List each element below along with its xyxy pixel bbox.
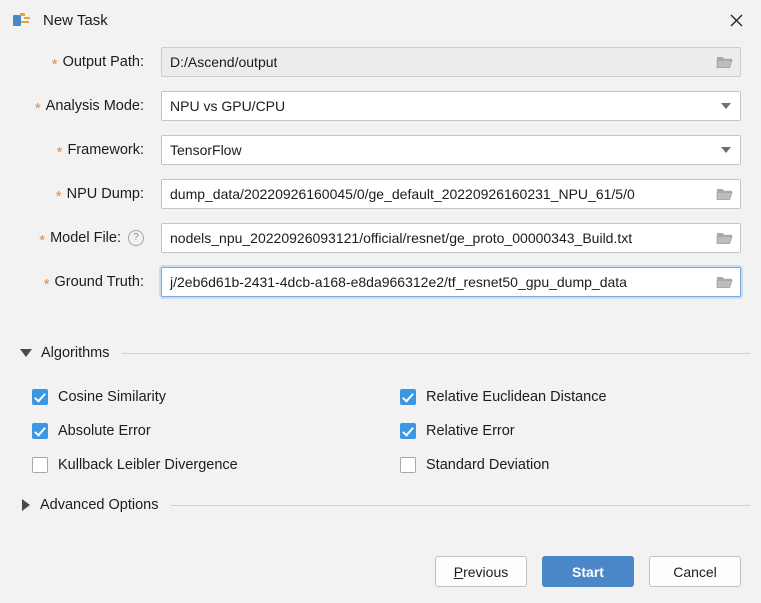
checkbox-label: Relative Euclidean Distance bbox=[426, 389, 607, 405]
form-row-ground-truth: * Ground Truth: j/2eb6d61b-2431-4dcb-a16… bbox=[0, 260, 761, 304]
advanced-options-title: Advanced Options bbox=[40, 497, 159, 513]
label-text: Analysis Mode: bbox=[45, 98, 144, 114]
output-path-input[interactable]: D:/Ascend/output bbox=[161, 47, 741, 77]
label-output-path: * Output Path: bbox=[0, 40, 144, 84]
model-file-input[interactable]: nodels_npu_20220926093121/official/resne… bbox=[161, 223, 741, 253]
npu-dump-value: dump_data/20220926160045/0/ge_default_20… bbox=[170, 186, 635, 202]
label-text: Output Path: bbox=[62, 54, 144, 70]
folder-icon[interactable] bbox=[716, 187, 734, 202]
required-asterisk: * bbox=[34, 99, 41, 117]
checkbox-unchecked-icon[interactable] bbox=[32, 457, 48, 473]
analysis-mode-value: NPU vs GPU/CPU bbox=[170, 98, 286, 114]
model-file-value: nodels_npu_20220926093121/official/resne… bbox=[170, 230, 633, 246]
section-divider bbox=[121, 352, 750, 354]
required-asterisk: * bbox=[43, 275, 50, 293]
label-model-file: * Model File: ? bbox=[0, 216, 144, 260]
form-row-model-file: * Model File: ? nodels_npu_2022092609312… bbox=[0, 216, 761, 260]
section-divider bbox=[170, 504, 750, 506]
algorithms-row: Cosine Similarity Relative Euclidean Dis… bbox=[0, 380, 761, 414]
checkbox-label: Cosine Similarity bbox=[58, 389, 166, 405]
field-framework-wrap: TensorFlow bbox=[161, 135, 741, 165]
label-ground-truth: * Ground Truth: bbox=[0, 260, 144, 304]
folder-icon[interactable] bbox=[716, 55, 734, 70]
algorithms-row: Absolute Error Relative Error bbox=[0, 414, 761, 448]
checkbox-checked-icon[interactable] bbox=[32, 423, 48, 439]
checkbox-standard-deviation[interactable]: Standard Deviation bbox=[400, 448, 549, 482]
checkbox-unchecked-icon[interactable] bbox=[400, 457, 416, 473]
advanced-options-section: Advanced Options bbox=[0, 490, 761, 520]
label-text: NPU Dump: bbox=[66, 186, 144, 202]
label-npu-dump: * NPU Dump: bbox=[0, 172, 144, 216]
checkbox-relative-euclidean-distance[interactable]: Relative Euclidean Distance bbox=[400, 380, 607, 414]
chevron-down-icon[interactable] bbox=[721, 103, 731, 109]
framework-value: TensorFlow bbox=[170, 142, 242, 158]
new-task-form: * Output Path: D:/Ascend/output * Analys… bbox=[0, 40, 761, 304]
label-text: Model File: bbox=[50, 230, 121, 246]
npu-dump-input[interactable]: dump_data/20220926160045/0/ge_default_20… bbox=[161, 179, 741, 209]
ground-truth-input[interactable]: j/2eb6d61b-2431-4dcb-a168-e8da966312e2/t… bbox=[161, 267, 741, 297]
required-asterisk: * bbox=[55, 187, 62, 205]
checkbox-kullback-leibler-divergence[interactable]: Kullback Leibler Divergence bbox=[32, 448, 238, 482]
checkbox-checked-icon[interactable] bbox=[32, 389, 48, 405]
previous-button-mnemonic: P bbox=[453, 563, 464, 580]
checkbox-label: Kullback Leibler Divergence bbox=[58, 457, 238, 473]
algorithms-section-header[interactable]: Algorithms bbox=[0, 338, 761, 368]
algorithms-section-title: Algorithms bbox=[41, 345, 110, 361]
help-circle-icon[interactable]: ? bbox=[128, 230, 144, 246]
advanced-options-header[interactable]: Advanced Options bbox=[0, 490, 761, 520]
folder-icon[interactable] bbox=[716, 231, 734, 246]
checkbox-absolute-error[interactable]: Absolute Error bbox=[32, 414, 151, 448]
previous-button[interactable]: Previous bbox=[435, 556, 527, 587]
output-path-value: D:/Ascend/output bbox=[170, 54, 278, 70]
triangle-down-icon[interactable] bbox=[20, 349, 32, 357]
triangle-right-icon[interactable] bbox=[22, 499, 30, 511]
checkbox-checked-icon[interactable] bbox=[400, 423, 416, 439]
form-row-npu-dump: * NPU Dump: dump_data/20220926160045/0/g… bbox=[0, 172, 761, 216]
framework-select[interactable]: TensorFlow bbox=[161, 135, 741, 165]
form-row-analysis-mode: * Analysis Mode: NPU vs GPU/CPU bbox=[0, 84, 761, 128]
app-logo-icon bbox=[13, 11, 31, 29]
label-analysis-mode: * Analysis Mode: bbox=[0, 84, 144, 128]
field-model-file-wrap: nodels_npu_20220926093121/official/resne… bbox=[161, 223, 741, 253]
form-row-output-path: * Output Path: D:/Ascend/output bbox=[0, 40, 761, 84]
required-asterisk: * bbox=[51, 55, 58, 73]
checkbox-label: Relative Error bbox=[426, 423, 515, 439]
algorithms-row: Kullback Leibler Divergence Standard Dev… bbox=[0, 448, 761, 482]
checkbox-label: Absolute Error bbox=[58, 423, 151, 439]
cancel-button[interactable]: Cancel bbox=[649, 556, 741, 587]
label-text: Framework: bbox=[67, 142, 144, 158]
label-framework: * Framework: bbox=[0, 128, 144, 172]
ground-truth-value: j/2eb6d61b-2431-4dcb-a168-e8da966312e2/t… bbox=[170, 274, 627, 290]
algorithms-checkbox-grid: Cosine Similarity Relative Euclidean Dis… bbox=[0, 380, 761, 482]
required-asterisk: * bbox=[39, 231, 46, 249]
folder-icon[interactable] bbox=[716, 275, 734, 290]
checkbox-checked-icon[interactable] bbox=[400, 389, 416, 405]
label-text: Ground Truth: bbox=[54, 274, 144, 290]
field-npu-dump-wrap: dump_data/20220926160045/0/ge_default_20… bbox=[161, 179, 741, 209]
previous-button-label: revious bbox=[463, 563, 509, 580]
close-icon[interactable] bbox=[721, 6, 751, 34]
start-button[interactable]: Start bbox=[542, 556, 634, 587]
dialog-title: New Task bbox=[43, 11, 108, 29]
field-ground-truth-wrap: j/2eb6d61b-2431-4dcb-a168-e8da966312e2/t… bbox=[161, 267, 741, 297]
required-asterisk: * bbox=[56, 143, 63, 161]
analysis-mode-select[interactable]: NPU vs GPU/CPU bbox=[161, 91, 741, 121]
dialog-footer: Previous Start Cancel bbox=[0, 556, 761, 587]
algorithms-section: Algorithms Cosine Similarity Relative Eu… bbox=[0, 338, 761, 482]
chevron-down-icon[interactable] bbox=[721, 147, 731, 153]
dialog-titlebar: New Task bbox=[0, 0, 761, 40]
checkbox-label: Standard Deviation bbox=[426, 457, 550, 473]
checkbox-cosine-similarity[interactable]: Cosine Similarity bbox=[32, 380, 166, 414]
form-row-framework: * Framework: TensorFlow bbox=[0, 128, 761, 172]
field-output-path-wrap: D:/Ascend/output bbox=[161, 47, 741, 77]
field-analysis-mode-wrap: NPU vs GPU/CPU bbox=[161, 91, 741, 121]
checkbox-relative-error[interactable]: Relative Error bbox=[400, 414, 515, 448]
